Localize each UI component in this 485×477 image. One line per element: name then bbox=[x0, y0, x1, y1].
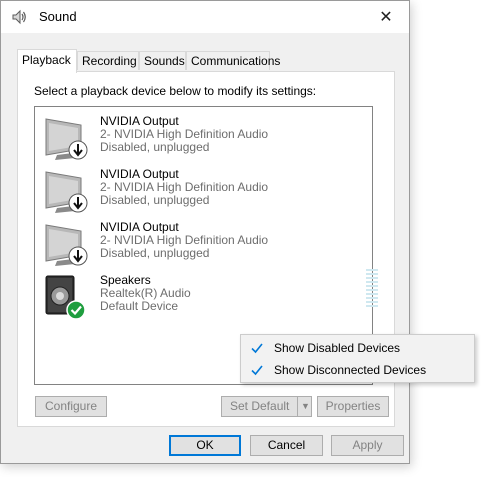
volume-level-meter bbox=[366, 269, 378, 309]
speaker-app-icon bbox=[12, 9, 26, 25]
window-title: Sound bbox=[39, 9, 77, 24]
menu-item-label: Show Disabled Devices bbox=[274, 341, 401, 355]
cancel-button[interactable]: Cancel bbox=[250, 435, 323, 456]
device-status: Disabled, unplugged bbox=[100, 246, 210, 260]
chevron-down-icon[interactable]: ▼ bbox=[297, 396, 313, 417]
device-item[interactable]: NVIDIA Output 2- NVIDIA High Definition … bbox=[43, 115, 363, 163]
menu-item-show-disabled[interactable]: Show Disabled Devices bbox=[243, 337, 472, 359]
monitor-icon bbox=[45, 118, 88, 160]
device-item-default[interactable]: Speakers Realtek(R) Audio Default Device bbox=[43, 274, 363, 322]
down-arrow-badge-icon bbox=[68, 246, 88, 266]
device-status: Disabled, unplugged bbox=[100, 193, 210, 207]
device-item[interactable]: NVIDIA Output 2- NVIDIA High Definition … bbox=[43, 221, 363, 269]
sound-dialog: Sound ✕ Playback Recording Sounds Commun… bbox=[0, 0, 410, 464]
context-menu: Show Disabled Devices Show Disconnected … bbox=[240, 334, 475, 383]
ok-button[interactable]: OK bbox=[169, 435, 241, 456]
set-default-button[interactable]: Set Default ▼ bbox=[221, 396, 312, 417]
menu-item-label: Show Disconnected Devices bbox=[274, 363, 427, 377]
apply-button[interactable]: Apply bbox=[331, 435, 404, 456]
check-icon bbox=[251, 343, 263, 354]
close-icon: ✕ bbox=[379, 9, 393, 26]
tab-playback[interactable]: Playback bbox=[17, 49, 77, 73]
properties-button[interactable]: Properties bbox=[317, 396, 389, 417]
tab-sounds[interactable]: Sounds bbox=[139, 51, 186, 70]
device-item[interactable]: NVIDIA Output 2- NVIDIA High Definition … bbox=[43, 168, 363, 216]
menu-item-show-disconnected[interactable]: Show Disconnected Devices bbox=[243, 359, 472, 381]
speaker-icon bbox=[45, 275, 86, 320]
monitor-icon bbox=[45, 224, 88, 266]
tab-communications[interactable]: Communications bbox=[186, 51, 280, 70]
device-status: Default Device bbox=[100, 299, 179, 313]
down-arrow-badge-icon bbox=[68, 140, 88, 160]
title-bar: Sound ✕ bbox=[1, 1, 409, 33]
set-default-label: Set Default bbox=[230, 399, 290, 413]
check-icon bbox=[251, 365, 263, 376]
device-status: Disabled, unplugged bbox=[100, 140, 210, 154]
close-button[interactable]: ✕ bbox=[363, 1, 409, 33]
tab-recording[interactable]: Recording bbox=[77, 51, 139, 70]
monitor-icon bbox=[45, 171, 88, 213]
down-arrow-badge-icon bbox=[68, 193, 88, 213]
green-check-badge-icon bbox=[66, 300, 86, 320]
configure-button[interactable]: Configure bbox=[35, 396, 107, 417]
instruction-text: Select a playback device below to modify… bbox=[34, 84, 317, 98]
